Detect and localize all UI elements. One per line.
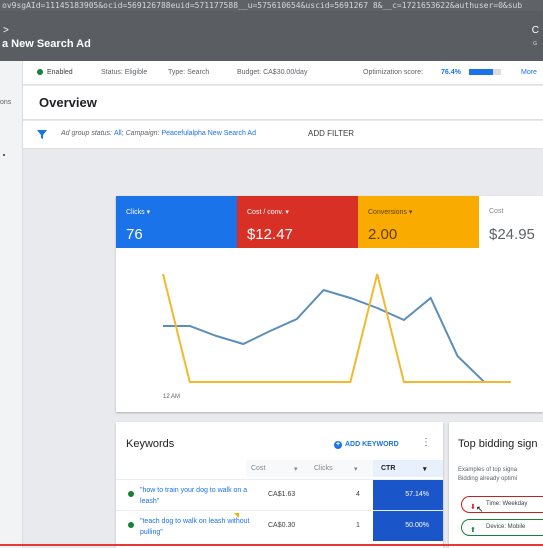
metric-label: Cost [489, 208, 504, 215]
sort-arrow-icon[interactable]: ▾ [294, 465, 298, 473]
table-row[interactable]: "teach dog to walk on leash without pull… [116, 510, 443, 541]
eligibility-status: Status: Eligible [101, 69, 148, 76]
keyword-ctr-cell: 57.14% [373, 480, 443, 510]
metric-value: $24.95 [489, 226, 535, 243]
filter-all: All; [113, 130, 124, 137]
sidebar-item-label[interactable]: ons [0, 99, 11, 106]
add-keyword-button[interactable]: + ADD KEYWORD [334, 441, 399, 449]
down-arrow-icon: ⬇ [470, 504, 476, 511]
optimization-score-fill [469, 69, 494, 75]
sort-arrow-icon: ▾ [423, 466, 427, 473]
keyword-text[interactable]: "how to train your dog to walk on a leas… [140, 485, 250, 507]
video-progress-line [0, 544, 543, 546]
metric-label: Clicks ▾ [126, 209, 151, 216]
filter-prefix: Ad group status: [61, 130, 112, 137]
keyword-text[interactable]: "teach dog to walk on leash without pull… [140, 516, 250, 538]
filter-icon[interactable] [36, 128, 48, 140]
metric-tile-conversions[interactable]: Conversions ▾ 2.00 [358, 196, 479, 248]
overview-header: Overview [23, 86, 543, 120]
campaign-budget[interactable]: Budget: CA$30.00/day [237, 69, 307, 76]
up-arrow-icon: ⬆ [470, 527, 476, 534]
sidebar-dot [3, 154, 5, 156]
bidding-signals-title: Top bidding sign [458, 438, 538, 450]
campaign-title: a New Search Ad [2, 38, 91, 50]
header-right-sub: G [533, 41, 537, 47]
filter-bar: Ad group status: All; Campaign: Peaceful… [23, 121, 543, 149]
campaign-status-bar: Enabled Status: Eligible Type: Search Bu… [23, 61, 543, 85]
chevron-right-icon[interactable]: > [3, 25, 9, 36]
metric-label: Conversions ▾ [368, 209, 413, 216]
metric-label: Cost / conv. ▾ [247, 209, 289, 216]
filter-text[interactable]: Ad group status: All; Campaign: Peaceful… [61, 130, 256, 137]
keywords-table-header: Cost ▾ Clicks ▾ CTR ▾ [246, 460, 443, 477]
chart-series-line-0 [163, 288, 511, 383]
performance-chart-card: Clicks ▾ 76 Cost / conv. ▾ $12.47 Conver… [116, 196, 543, 412]
keywords-title: Keywords [126, 438, 175, 450]
keyword-ctr-cell: 50.00% [373, 511, 443, 541]
column-header-ctr[interactable]: CTR ▾ [373, 460, 443, 477]
column-header-clicks[interactable]: Clicks [314, 465, 333, 472]
enabled-status-dot [37, 69, 43, 75]
page-title: Overview [39, 95, 97, 110]
more-link[interactable]: More [521, 69, 537, 76]
header-right-label[interactable]: C [532, 25, 539, 36]
sort-arrow-icon[interactable]: ▾ [354, 465, 358, 473]
signal-chip-time[interactable]: ⬇ Time: Weekday [461, 496, 543, 513]
performance-line-chart [162, 273, 511, 383]
column-header-cost[interactable]: Cost [251, 465, 265, 472]
keyword-cost: CA$0.30 [268, 522, 296, 529]
bidding-signals-description: Examples of top signa Bidding already opt… [458, 467, 518, 482]
more-options-icon[interactable]: ⋮ [421, 437, 431, 448]
mouse-cursor-icon: ↖ [476, 504, 484, 514]
enabled-status-dot [128, 522, 134, 528]
keyword-cost: CA$1.63 [268, 491, 296, 498]
table-row[interactable]: "how to train your dog to walk on a leas… [116, 479, 443, 510]
keyword-clicks: 4 [356, 491, 360, 498]
signal-chip-device[interactable]: ⬆ Device: Mobile [461, 519, 543, 536]
metric-value: 2.00 [368, 226, 398, 243]
metric-tile-clicks[interactable]: Clicks ▾ 76 [116, 196, 237, 248]
top-bidding-signals-card: Top bidding sign Examples of top signa Bi… [449, 422, 543, 548]
optimization-score-label: Optimization score: [363, 69, 423, 76]
address-bar[interactable]: ov9sgAId=11145183905&ocid=569126788euid=… [0, 0, 543, 11]
metric-value: 76 [126, 226, 143, 243]
plus-icon: + [334, 441, 342, 449]
campaign-type: Type: Search [168, 69, 210, 76]
enabled-status[interactable]: Enabled [47, 69, 73, 76]
x-axis-tick-label: 12 AM [163, 394, 181, 400]
metric-value: $12.47 [247, 226, 293, 243]
metric-tile-cost-per-conv[interactable]: Cost / conv. ▾ $12.47 [237, 196, 358, 248]
app-header: > a New Search Ad C G [0, 11, 543, 61]
sidebar: ons [0, 61, 23, 548]
keyword-clicks: 1 [356, 522, 360, 529]
metric-tile-cost[interactable]: Cost $24.95 [479, 196, 543, 248]
optimization-score-bar [469, 69, 501, 75]
optimization-score-value: 76.4% [441, 69, 461, 76]
add-filter-button[interactable]: ADD FILTER [308, 129, 354, 138]
chart-series-line-1 [162, 273, 511, 383]
filter-campaign-value: Peacefulalpha New Search Ad [161, 130, 256, 137]
filter-campaign-label: Campaign: [125, 130, 160, 137]
enabled-status-dot [128, 491, 134, 497]
keywords-card: Keywords + ADD KEYWORD ⋮ Cost ▾ Clicks ▾ … [116, 422, 443, 548]
